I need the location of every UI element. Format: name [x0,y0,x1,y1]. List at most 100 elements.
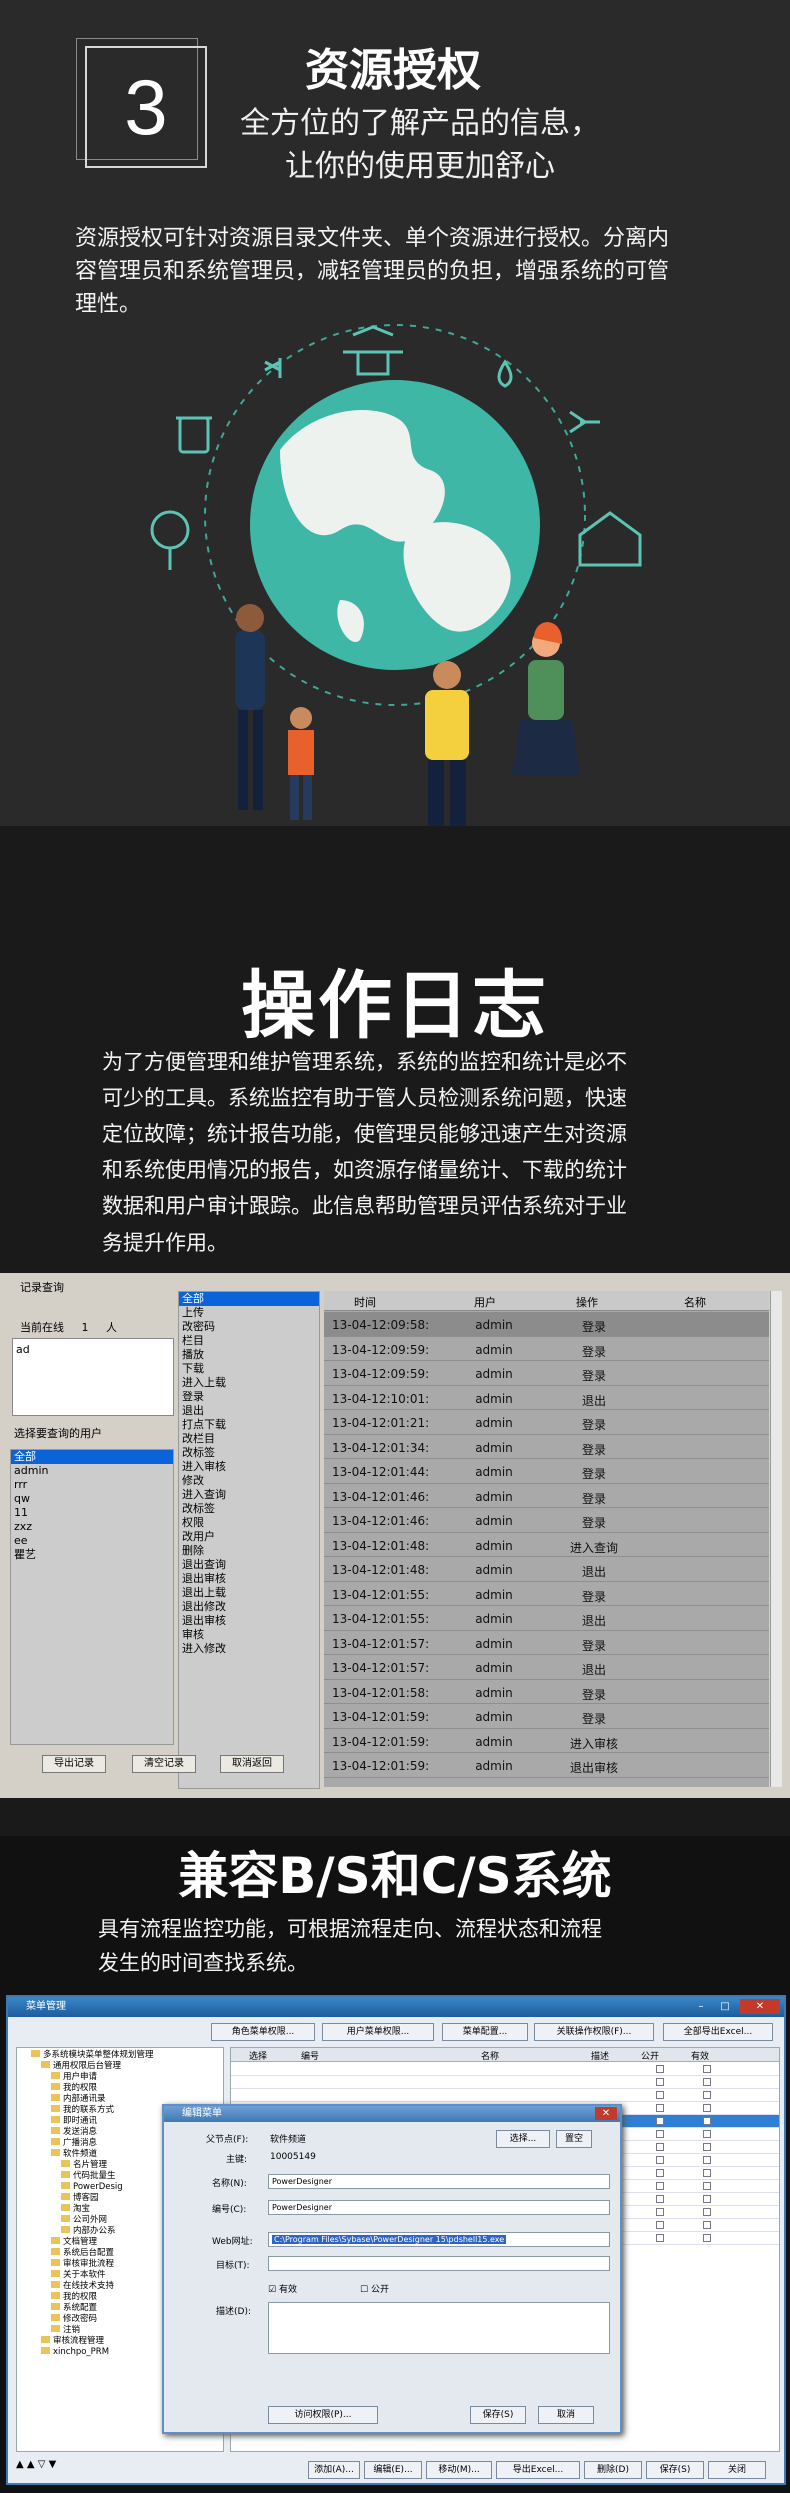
dialog-cancel-button[interactable]: 取消 [538,2406,594,2424]
user-list-item[interactable]: rrr [11,1478,173,1492]
checkbox-icon[interactable] [703,2130,711,2138]
checkbox-icon[interactable] [703,2117,711,2125]
checkbox-icon[interactable] [703,2091,711,2099]
table-row[interactable]: 13-04-12:01:48: admin 退出 [324,1557,769,1582]
col-name[interactable]: 名称 [684,1294,706,1310]
table-row[interactable]: 13-04-12:01:21: admin 登录 [324,1410,769,1435]
action-list-item[interactable]: 权限 [179,1516,319,1530]
clear-button[interactable]: 置空 [556,2130,592,2148]
checkbox-icon[interactable] [703,2078,711,2086]
table-row[interactable]: 13-04-12:09:59: admin 登录 [324,1361,769,1386]
user-list-item[interactable]: 全部 [11,1450,173,1464]
action-list-item[interactable]: 进入查询 [179,1488,319,1502]
checkbox-icon[interactable] [703,2104,711,2112]
action-list-item[interactable]: 全部 [179,1292,319,1306]
dialog-close-icon[interactable]: ✕ [595,2107,617,2120]
checkbox-icon[interactable] [656,2234,664,2242]
select-button[interactable]: 选择... [496,2130,550,2148]
action-list-item[interactable]: 退出 [179,1404,319,1418]
table-row[interactable]: 13-04-12:10:01: admin 退出 [324,1386,769,1410]
action-list-item[interactable]: 退出上载 [179,1586,319,1600]
checkbox-icon[interactable] [656,2117,664,2125]
checkbox-icon[interactable] [656,2221,664,2229]
cancel-return-button[interactable]: 取消返回 [220,1755,284,1773]
table-row[interactable]: 13-04-12:01:48: admin 进入查询 [324,1533,769,1557]
checkbox-icon[interactable] [703,2195,711,2203]
grid-col-header[interactable]: 公开 [641,2049,659,2062]
checkbox-icon[interactable] [656,2195,664,2203]
action-list-item[interactable]: 改密码 [179,1320,319,1334]
table-row[interactable]: 13-04-12:01:59: admin 登录 [324,1704,769,1729]
checkbox-icon[interactable] [656,2065,664,2073]
bottom-button[interactable]: 导出Excel... [496,2461,580,2479]
checkbox-icon[interactable] [656,2130,664,2138]
checkbox-icon[interactable] [703,2182,711,2190]
user-list-item[interactable]: admin [11,1464,173,1478]
checkbox-icon[interactable] [656,2078,664,2086]
bottom-button[interactable]: 移动(M)... [426,2461,492,2479]
action-list-item[interactable]: 进入修改 [179,1642,319,1656]
action-list-item[interactable]: 改标签 [179,1446,319,1460]
action-list-item[interactable]: 上传 [179,1306,319,1320]
action-list-item[interactable]: 改用户 [179,1530,319,1544]
table-row[interactable]: 13-04-12:09:58: admin 登录 [324,1312,769,1337]
online-users-list[interactable]: ad [12,1338,174,1416]
bottom-button[interactable]: 关闭 [708,2461,766,2479]
checkbox-icon[interactable] [703,2221,711,2229]
online-user[interactable]: ad [13,1343,173,1357]
user-list-item[interactable]: 瞿艺 [11,1548,173,1562]
action-list-item[interactable]: 退出审核 [179,1614,319,1628]
action-list-item[interactable]: 下载 [179,1362,319,1376]
table-row[interactable]: 13-04-12:01:34: admin 登录 [324,1435,769,1459]
table-row[interactable]: 13-04-12:01:59: admin 进入审核 [324,1729,769,1753]
target-input[interactable] [268,2256,610,2271]
action-list-item[interactable]: 修改 [179,1474,319,1488]
users-list[interactable]: 全部 admin rrr qw 11 zxz ee 瞿艺 [10,1449,174,1745]
table-row[interactable]: 13-04-12:01:55: admin 退出 [324,1606,769,1631]
user-list-item[interactable]: 11 [11,1506,173,1520]
url-input[interactable]: C:\Program Files\Sybase\PowerDesigner 15… [268,2232,610,2247]
toolbar-button[interactable]: 菜单配置... [442,2023,528,2041]
bottom-button[interactable]: 删除(D) [584,2461,642,2479]
action-list-item[interactable]: 登录 [179,1390,319,1404]
grid-row[interactable] [231,2063,779,2076]
checkbox-icon[interactable] [656,2091,664,2099]
code-input[interactable]: PowerDesigner [268,2200,610,2215]
grid-col-header[interactable]: 有效 [691,2049,709,2062]
minimize-icon[interactable]: – [690,1999,712,2014]
toolbar-button[interactable]: 角色菜单权限... [211,2023,315,2041]
table-row[interactable]: 13-04-12:01:46: admin 登录 [324,1508,769,1533]
table-row[interactable]: 13-04-12:01:59: admin 退出审核 [324,1753,769,1778]
table-row[interactable]: 13-04-12:01:55: admin 登录 [324,1582,769,1606]
action-list-item[interactable]: 栏目 [179,1334,319,1348]
bottom-button[interactable]: 添加(A)... [308,2461,360,2479]
name-input[interactable]: PowerDesigner [268,2174,610,2189]
user-list-item[interactable]: zxz [11,1520,173,1534]
checkbox-icon[interactable] [656,2208,664,2216]
checkbox-icon[interactable] [703,2143,711,2151]
actions-list[interactable]: 全部 上传 改密码 栏目 播放 下载 进入上载 登录 退出 打点下载 改栏目 改标签 进入审核 修改 进入查… [178,1291,320,1789]
action-list-item[interactable]: 改标签 [179,1502,319,1516]
toolbar-button[interactable]: 用户菜单权限... [322,2023,434,2041]
col-time[interactable]: 时间 [354,1294,376,1310]
tree-node[interactable]: 多系统模块菜单整体规划管理 [31,2050,223,2061]
action-list-item[interactable]: 退出修改 [179,1600,319,1614]
checkbox-icon[interactable] [656,2182,664,2190]
action-list-item[interactable]: 播放 [179,1348,319,1362]
tree-node[interactable]: 通用权限后台管理 [31,2061,223,2072]
checkbox-icon[interactable] [656,2143,664,2151]
user-list-item[interactable]: ee [11,1534,173,1548]
valid-checkbox[interactable]: ☑ 有效 [268,2282,297,2295]
records-table[interactable]: 时间 用户 操作 名称 13-04-12:09:58: admin 登录 13-04-… [324,1291,769,1787]
dialog-save-button[interactable]: 保存(S) [470,2406,526,2424]
col-user[interactable]: 用户 [474,1294,496,1310]
maximize-icon[interactable]: □ [714,1999,736,2014]
table-row[interactable]: 13-04-12:09:59: admin 登录 [324,1337,769,1361]
col-action[interactable]: 操作 [576,1294,598,1310]
action-list-item[interactable]: 删除 [179,1544,319,1558]
grid-row[interactable] [231,2089,779,2102]
tree-node[interactable]: 我的权限 [31,2083,223,2094]
public-checkbox[interactable]: ☐ 公开 [360,2282,389,2295]
access-button[interactable]: 访问权限(P)... [268,2406,378,2424]
action-list-item[interactable]: 进入上载 [179,1376,319,1390]
